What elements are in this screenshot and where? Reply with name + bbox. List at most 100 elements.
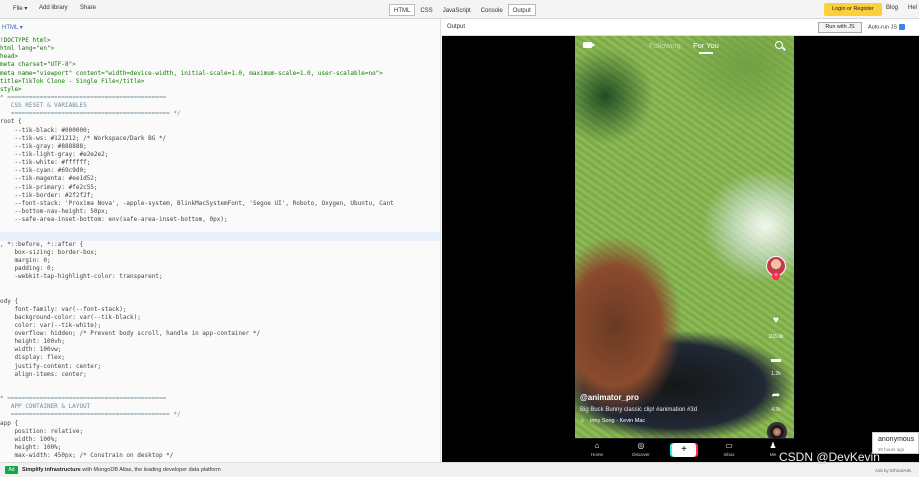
code-line[interactable]: , *::before, *::after { <box>0 240 440 249</box>
code-line[interactable]: color: var(--tik-white); <box>0 322 440 330</box>
nav-discover[interactable]: ◎ Discover <box>624 441 658 457</box>
html-editor[interactable]: HTML ▾ !DOCTYPE html> html lang="en"> head… <box>0 19 441 462</box>
code-line[interactable]: ========================================… <box>0 411 440 419</box>
code-line[interactable]: title>TikTok Clone - Single File</title> <box>0 78 440 86</box>
follow-button[interactable]: + <box>772 272 780 280</box>
code-text: --tik-cyan: #69c9d0; <box>0 167 87 175</box>
code-line[interactable]: position: relative; <box>0 427 440 436</box>
code-line[interactable]: --tik-white: #ffffff; <box>0 159 440 167</box>
code-line[interactable]: --tik-gray: #888888; <box>0 143 440 151</box>
nav-home[interactable]: ⌂ Home <box>580 441 614 457</box>
code-line[interactable]: height: 100vh; <box>0 338 440 346</box>
code-text: , *::before, *::after { <box>0 240 84 248</box>
code-line[interactable]: --tik-magenta: #ee1d52; <box>0 175 440 183</box>
code-line[interactable]: meta charset="UTF-8"> <box>0 61 440 69</box>
create-video-button[interactable]: + <box>672 443 696 457</box>
code-line[interactable]: justify-content: center; <box>0 363 440 371</box>
comment-icon[interactable]: ▬ <box>770 354 782 365</box>
code-text: position: relative; <box>0 427 84 435</box>
home-icon: ⌂ <box>594 441 600 450</box>
run-with-js-button[interactable]: Run with JS <box>818 22 862 33</box>
editor-language-label[interactable]: HTML ▾ <box>2 24 23 31</box>
tab-javascript[interactable]: JavaScript <box>438 4 476 16</box>
code-line[interactable] <box>0 289 440 297</box>
code-line[interactable] <box>0 224 440 232</box>
tab-html[interactable]: HTML <box>389 4 416 16</box>
code-line[interactable]: html lang="en"> <box>0 45 440 53</box>
code-line[interactable] <box>0 379 440 387</box>
code-line[interactable]: CSS RESET & VARIABLES <box>0 102 440 110</box>
code-line[interactable]: -webkit-tap-highlight-color: transparent… <box>0 273 440 281</box>
code-line[interactable]: --font-stack: 'Proxima Nova', -apple-sys… <box>0 200 440 208</box>
code-line[interactable]: head> <box>0 53 440 61</box>
code-line[interactable]: --tik-ws: #121212; /* Workspace/Dark BG … <box>0 135 440 143</box>
tab-console[interactable]: Console <box>476 4 508 16</box>
code-line[interactable]: max-width: 450px; /* Constrain on deskto… <box>0 452 440 460</box>
music-info[interactable]: ♫ inny Song - Kevin Mac <box>580 418 760 424</box>
code-line[interactable]: --tik-primary: #fe2c55; <box>0 184 440 192</box>
like-count: 103.0k <box>768 334 784 340</box>
code-line[interactable] <box>0 232 440 241</box>
code-line[interactable] <box>0 281 440 289</box>
code-line[interactable]: box-sizing: border-box; <box>0 249 440 257</box>
code-text: root { <box>0 118 22 126</box>
code-line[interactable]: --tik-light-gray: #e2e2e2; <box>0 151 440 159</box>
add-library-button[interactable]: Add library <box>39 5 68 11</box>
heart-icon[interactable]: ♥ <box>770 315 782 326</box>
code-line[interactable]: meta name="viewport" content="width=devi… <box>0 70 440 78</box>
blog-link[interactable]: Blog <box>886 5 898 11</box>
share-icon[interactable]: ➦ <box>770 390 782 401</box>
tab-following[interactable]: Following <box>649 41 681 50</box>
login-register-button[interactable]: Login or Register <box>824 3 882 16</box>
tab-output[interactable]: Output <box>507 4 536 16</box>
code-line[interactable]: ody { <box>0 298 440 306</box>
code-text: !DOCTYPE html> <box>0 37 51 44</box>
code-text: width: 100%; <box>0 435 58 443</box>
help-link[interactable]: Hel <box>908 5 917 11</box>
code-text: background-color: var(--tik-black); <box>0 313 141 321</box>
code-line[interactable]: APP CONTAINER & LAYOUT <box>0 403 440 411</box>
video-feed[interactable]: Following For You + ♥ 103.0k ▬ 1.2k ➦ 4.… <box>575 36 794 462</box>
code-text: overflow: hidden; /* Prevent body scroll… <box>0 330 261 338</box>
code-line[interactable]: root { <box>0 118 440 126</box>
nav-inbox[interactable]: ▭ Inbox <box>712 441 746 457</box>
file-menu[interactable]: File ▾ <box>13 5 27 12</box>
code-line[interactable]: --tik-cyan: #69c9d0; <box>0 167 440 175</box>
code-line[interactable]: * ======================================… <box>0 94 440 102</box>
code-line[interactable]: style> <box>0 86 440 94</box>
code-line[interactable]: height: 100%; <box>0 444 440 452</box>
code-text: * ======================================… <box>0 395 167 403</box>
tab-css[interactable]: CSS <box>415 4 437 16</box>
code-text: font-family: var(--font-stack); <box>0 305 127 313</box>
code-line[interactable]: margin: 0; <box>0 257 440 265</box>
share-button[interactable]: Share <box>80 5 96 11</box>
code-area[interactable]: !DOCTYPE html> html lang="en"> head> meta c… <box>0 37 440 460</box>
code-line[interactable]: --tik-border: #2f2f2f; <box>0 192 440 200</box>
code-line[interactable]: !DOCTYPE html> <box>0 37 440 45</box>
code-line[interactable]: font-family: var(--font-stack); <box>0 305 440 314</box>
code-line[interactable]: --tik-black: #000000; <box>0 127 440 135</box>
code-line[interactable]: app { <box>0 420 440 428</box>
ad-link[interactable]: Simplify infrastructure with MongoDB Atl… <box>22 467 221 473</box>
checkbox-icon[interactable] <box>899 24 906 30</box>
code-line[interactable]: --bottom-nav-height: 50px; <box>0 208 440 216</box>
code-line[interactable]: width: 100%; <box>0 435 440 444</box>
code-line[interactable] <box>0 387 440 395</box>
tab-for-you[interactable]: For You <box>693 41 719 50</box>
code-line[interactable]: padding: 0; <box>0 265 440 273</box>
video-username[interactable]: @animator_pro <box>580 393 760 402</box>
code-line[interactable]: width: 100vw; <box>0 346 440 354</box>
code-line[interactable]: overflow: hidden; /* Prevent body scroll… <box>0 330 440 338</box>
code-line[interactable]: background-color: var(--tik-black); <box>0 313 440 322</box>
code-text: --safe-area-inset-bottom: env(safe-area-… <box>0 216 228 224</box>
ads-by-label[interactable]: Ads by EthicalAds <box>875 468 911 473</box>
code-line[interactable]: ========================================… <box>0 110 440 118</box>
code-line[interactable]: --safe-area-inset-bottom: env(safe-area-… <box>0 216 440 224</box>
code-line[interactable]: align-items: center; <box>0 371 440 379</box>
code-line[interactable]: display: flex; <box>0 354 440 362</box>
search-icon[interactable] <box>775 41 783 49</box>
live-camera-icon[interactable] <box>583 42 595 48</box>
code-line[interactable]: * ======================================… <box>0 395 440 403</box>
autorun-toggle[interactable]: Auto-run JS <box>868 24 906 30</box>
presence-username: anonymous <box>878 436 915 443</box>
